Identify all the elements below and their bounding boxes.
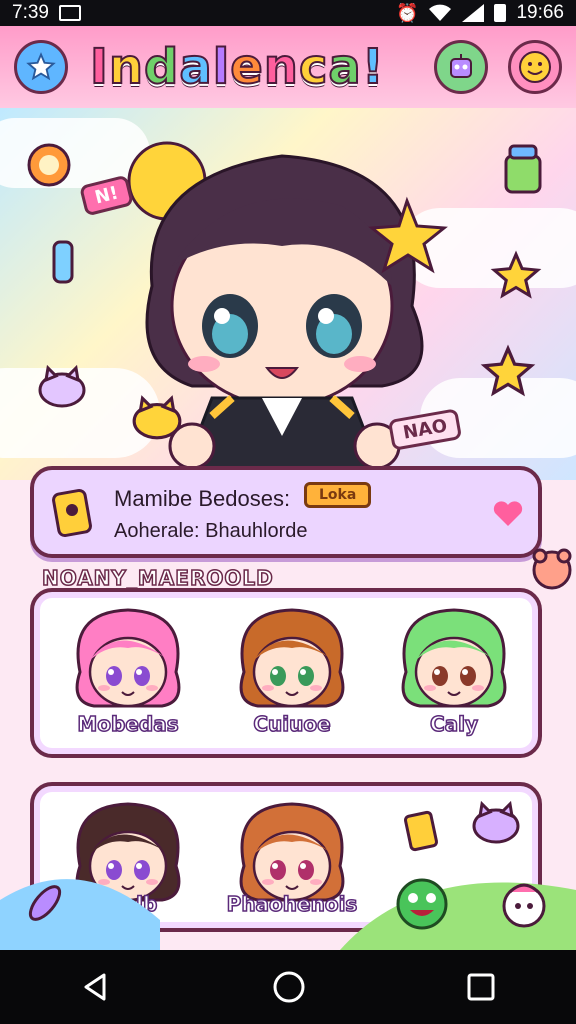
profile-card[interactable]: Mamibe Bedoses: Loka Aoherale: Bhauhlord… <box>30 466 542 558</box>
character-name: Cuiuoe <box>253 711 332 737</box>
cup-sticker-icon <box>504 144 542 194</box>
cat-sticker-icon <box>132 395 182 440</box>
bottom-hills-decoration <box>0 879 576 950</box>
frog-face-icon[interactable] <box>392 872 452 932</box>
character-card[interactable]: Mobedas <box>58 602 198 737</box>
star-face-sticker-icon <box>480 344 536 397</box>
note-sticker-icon <box>403 810 439 852</box>
star-face-sticker-icon <box>490 250 542 299</box>
title-letter: c <box>298 38 329 96</box>
character-card[interactable]: Cuiuoe <box>222 602 362 737</box>
robot-icon <box>450 54 472 78</box>
bottle-sticker-icon <box>52 240 74 284</box>
status-time: 7:39 <box>12 2 49 23</box>
profile-face-button[interactable] <box>508 40 562 94</box>
status-bar: 7:39 ⏰ 19:66 <box>0 0 576 26</box>
title-letter: I <box>89 38 109 96</box>
profile-name: Mamibe Bedoses: <box>114 486 291 511</box>
app-header: Indalenca! <box>0 26 576 108</box>
screenshot-notification-icon <box>58 5 81 21</box>
back-icon[interactable] <box>80 971 112 1003</box>
feather-icon[interactable] <box>22 880 68 926</box>
alarm-icon: ⏰ <box>396 2 419 23</box>
cat-sticker-icon <box>38 364 86 408</box>
wifi-icon <box>429 4 452 21</box>
home-icon[interactable] <box>272 970 306 1004</box>
character-name: Mobedas <box>77 711 180 737</box>
title-letter: n <box>263 38 299 96</box>
badge-sticker-icon <box>52 488 92 538</box>
bear-sticker-icon <box>532 548 572 590</box>
smile-face-icon <box>519 51 551 83</box>
profile-subtitle: Aoherale: Bhauhlorde <box>114 520 308 542</box>
favorites-button[interactable] <box>14 40 68 94</box>
star-icon <box>26 52 56 81</box>
title-letter: l <box>212 38 231 96</box>
cat-sticker-icon <box>472 800 520 844</box>
section-title: NOANY_MAEROOLD <box>41 565 274 591</box>
sun-flower-sticker-icon <box>27 143 71 187</box>
title-letter: a <box>178 38 213 96</box>
app-title: Indalenca! <box>89 38 385 96</box>
title-letter: e <box>229 38 264 96</box>
heart-icon[interactable] <box>492 500 524 528</box>
signal-icon <box>462 4 485 22</box>
title-letter: d <box>143 38 180 96</box>
character-portrait <box>75 608 181 708</box>
character-row-panel: Mobedas Cuiuoe Caly <box>30 588 542 758</box>
ghost-pet-icon[interactable] <box>496 876 552 932</box>
title-letter: n <box>108 38 145 96</box>
title-letter: ! <box>361 38 385 96</box>
robot-button[interactable] <box>434 40 488 94</box>
character-name: Caly <box>429 711 479 737</box>
recent-apps-icon[interactable] <box>466 972 496 1002</box>
character-portrait <box>401 608 507 708</box>
profile-badge[interactable]: Loka <box>304 482 372 508</box>
system-nav-bar <box>0 950 576 1024</box>
hero-banner: N! NAO <box>0 108 576 480</box>
character-portrait <box>239 608 345 708</box>
status-clock: 19:66 <box>516 2 564 23</box>
battery-icon <box>494 4 507 22</box>
character-card[interactable]: Caly <box>384 602 524 737</box>
title-letter: a <box>327 38 362 96</box>
